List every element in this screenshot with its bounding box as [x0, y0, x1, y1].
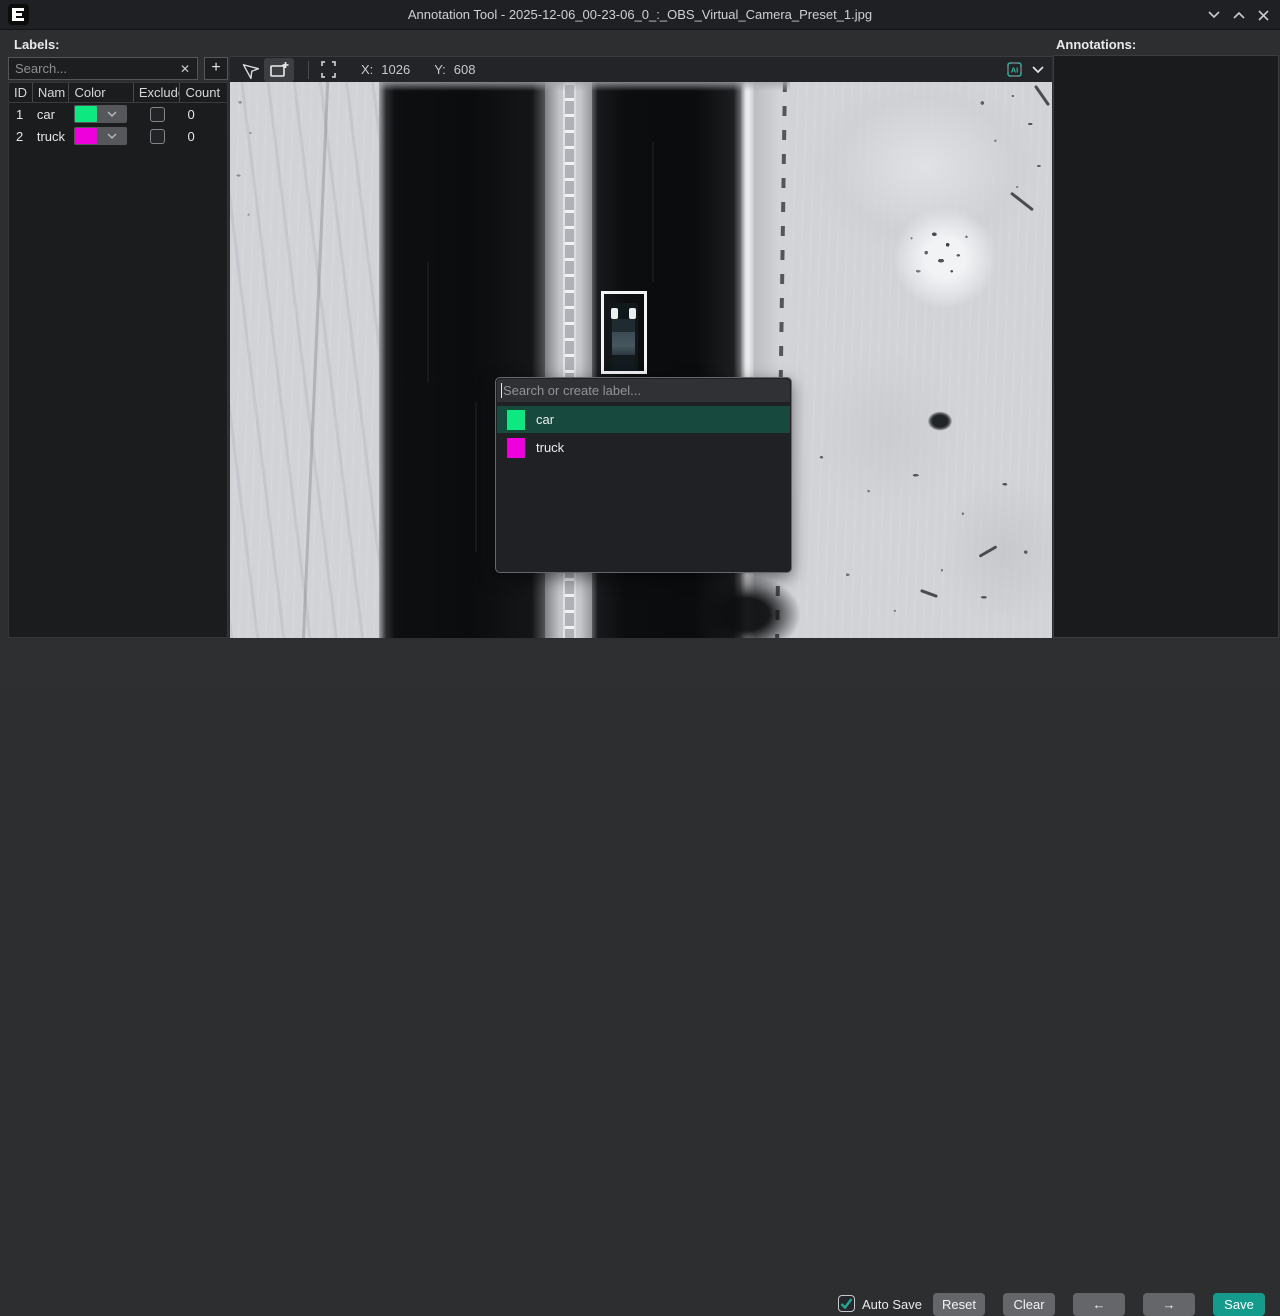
toolbar-divider — [308, 61, 309, 79]
text-caret — [501, 383, 502, 398]
label-search-placeholder: Search... — [9, 61, 173, 76]
window-title: Annotation Tool - 2025-12-06_00-23-06_0_… — [0, 0, 1280, 30]
window-minimize-button[interactable] — [1204, 5, 1224, 25]
window-close-button[interactable] — [1253, 5, 1273, 25]
header-id: ID — [9, 83, 33, 102]
color-dropdown[interactable] — [74, 127, 127, 145]
label-search-input[interactable]: Search... ✕ — [8, 57, 198, 80]
popup-item-truck[interactable]: truck — [497, 434, 790, 461]
save-button[interactable]: Save — [1213, 1293, 1265, 1316]
chevron-down-icon — [97, 133, 127, 139]
checkmark-icon — [839, 1296, 854, 1311]
canvas-column: X: 1026 Y: 608 AI — [230, 30, 1052, 640]
labels-panel: Labels: Search... ✕ + ID Nam Color Exclu… — [0, 30, 230, 640]
exclude-checkbox[interactable] — [150, 107, 165, 122]
bounding-box[interactable] — [601, 291, 647, 374]
title-bar: Annotation Tool - 2025-12-06_00-23-06_0_… — [0, 0, 1280, 30]
label-id: 1 — [9, 107, 33, 122]
label-id: 2 — [9, 129, 33, 144]
cursor-tool-icon[interactable] — [234, 58, 264, 82]
header-name: Nam — [33, 83, 70, 102]
color-swatch — [507, 438, 525, 458]
chevron-down-icon[interactable] — [1032, 61, 1044, 79]
color-swatch — [75, 106, 97, 122]
popup-item-car[interactable]: car — [497, 406, 790, 433]
cursor-x-value: 1026 — [381, 62, 410, 77]
label-count: 0 — [180, 107, 194, 122]
next-image-button[interactable]: → — [1143, 1293, 1195, 1316]
label-name: truck — [33, 129, 70, 144]
add-box-tool-icon[interactable] — [264, 58, 294, 82]
auto-save-checkbox[interactable] — [838, 1295, 855, 1312]
annotations-panel: Annotations: — [1052, 30, 1280, 640]
canvas-toolbar: X: 1026 Y: 608 AI — [230, 56, 1052, 82]
exclude-checkbox[interactable] — [150, 129, 165, 144]
label-name: car — [33, 107, 70, 122]
color-dropdown[interactable] — [74, 105, 127, 123]
previous-image-button[interactable]: ← — [1073, 1293, 1125, 1316]
header-exclude: Exclude — [134, 83, 181, 102]
annotations-heading: Annotations: — [1056, 37, 1136, 52]
cursor-y-label: Y: — [434, 62, 446, 77]
label-popup-search-input[interactable]: Search or create label... — [497, 379, 790, 402]
ai-badge-text: AI — [1011, 66, 1019, 75]
color-swatch — [75, 128, 97, 144]
table-row[interactable]: 1 car 0 — [9, 103, 227, 125]
label-select-popup: Search or create label... car truck — [495, 377, 792, 573]
cursor-y-value: 608 — [454, 62, 476, 77]
fit-to-screen-icon[interactable] — [313, 58, 343, 82]
cursor-x-label: X: — [361, 62, 373, 77]
header-color: Color — [69, 83, 133, 102]
header-count: Count — [180, 83, 227, 102]
footer-bar: Auto Save Reset Clear ← → Save — [0, 640, 1280, 688]
chevron-down-icon — [97, 111, 127, 117]
popup-item-label: car — [536, 412, 554, 427]
table-row[interactable]: 2 truck 0 — [9, 125, 227, 147]
label-popup-placeholder: Search or create label... — [503, 383, 641, 398]
auto-save-label: Auto Save — [862, 1297, 922, 1312]
annotations-list[interactable] — [1053, 55, 1279, 638]
label-count: 0 — [180, 129, 194, 144]
labels-table: ID Nam Color Exclude Count 1 car 0 2 tr — [8, 82, 228, 638]
search-clear-icon[interactable]: ✕ — [173, 62, 197, 76]
parked-vehicle — [920, 404, 960, 442]
window-maximize-button[interactable] — [1229, 5, 1249, 25]
annotation-canvas[interactable]: Search or create label... car truck — [230, 82, 1052, 638]
clear-button[interactable]: Clear — [1003, 1293, 1055, 1316]
reset-button[interactable]: Reset — [933, 1293, 985, 1316]
labels-table-header: ID Nam Color Exclude Count — [9, 83, 227, 103]
ai-model-icon[interactable]: AI — [1005, 60, 1024, 79]
add-label-button[interactable]: + — [204, 57, 228, 80]
labels-heading: Labels: — [14, 37, 60, 52]
color-swatch — [507, 410, 525, 430]
popup-item-label: truck — [536, 440, 564, 455]
